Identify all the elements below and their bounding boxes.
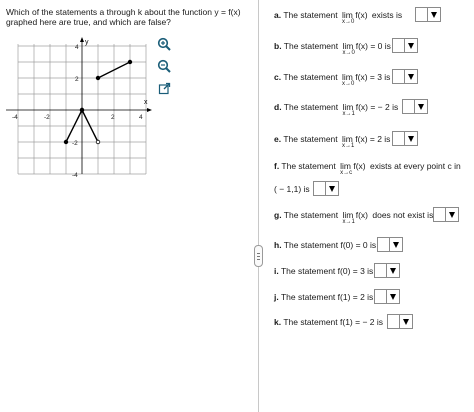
chevron-down-icon	[404, 132, 417, 145]
statement-label: a.	[274, 10, 282, 20]
statement-label: e.	[274, 134, 282, 144]
answer-dropdown-i[interactable]	[374, 263, 400, 278]
chevron-down-icon	[399, 315, 412, 328]
statement-pre: The statement	[283, 10, 338, 20]
answer-dropdown-k[interactable]	[387, 314, 413, 329]
zoom-out-icon[interactable]	[156, 58, 172, 74]
statement-text: The statement f(0) = 0 is	[283, 240, 377, 250]
question-text: Which of the statements a through k abou…	[6, 7, 241, 27]
answer-dropdown-a[interactable]	[415, 7, 441, 22]
answer-dropdown-j[interactable]	[374, 289, 400, 304]
chevron-down-icon	[386, 290, 399, 303]
statement-a: a. The statement lim f(x) x→0 exists is	[274, 10, 403, 25]
graph-point-open	[95, 139, 101, 145]
statement-f: f. The statement lim f(x) x→c exists at e…	[274, 161, 461, 176]
x-axis-label: x	[144, 99, 148, 106]
chevron-down-icon	[325, 182, 338, 195]
answer-dropdown-d[interactable]	[402, 99, 428, 114]
statement-post: exists at every point c in	[370, 161, 461, 171]
limit-subscript: x→1	[342, 111, 355, 117]
statement-h: h. The statement f(0) = 0 is	[274, 240, 376, 250]
statement-label: i.	[274, 266, 279, 276]
chevron-down-icon	[414, 100, 427, 113]
y-tick-neg4: -4	[72, 172, 78, 179]
y-tick-4: 4	[75, 44, 79, 51]
statement-pre: The statement	[283, 102, 339, 112]
chevron-down-icon	[427, 8, 440, 21]
y-axis-label: y	[85, 39, 89, 46]
statement-pre: The statement	[283, 134, 338, 144]
answer-dropdown-b[interactable]	[392, 38, 418, 53]
chevron-down-icon	[445, 208, 458, 221]
limit-subscript: x→0	[342, 81, 355, 87]
graph-point-closed	[95, 75, 101, 81]
x-tick-neg4: -4	[12, 114, 18, 121]
statement-text: The statement f(1) = 2 is	[280, 292, 374, 302]
statement-label: h.	[274, 240, 282, 250]
pane-divider	[258, 0, 259, 412]
statement-e: e. The statement lim f(x) = 2 is x→1	[274, 134, 392, 149]
statement-label: b.	[274, 41, 282, 51]
statement-k: k. The statement f(1) = − 2 is	[274, 317, 383, 327]
answer-dropdown-g[interactable]	[433, 207, 459, 222]
chevron-down-icon	[404, 70, 417, 83]
statement-label: k.	[274, 317, 282, 327]
statement-label: f.	[274, 161, 280, 171]
statement-c: c. The statement lim f(x) = 3 is x→0	[274, 72, 392, 87]
statement-g: g. The statement lim f(x) x→1 does not ex…	[274, 210, 434, 225]
statement-i: i. The statement f(0) = 3 is	[274, 266, 373, 276]
limit-subscript: x→0	[342, 19, 355, 25]
y-axis-arrow	[80, 37, 84, 42]
x-tick-2: 2	[111, 114, 115, 121]
statement-d: d. The statement lim f(x) = − 2 is x→1	[274, 102, 400, 117]
limit-subscript: x→1	[342, 143, 355, 149]
x-tick-4: 4	[139, 114, 143, 121]
statement-pre: The statement	[281, 161, 336, 171]
popout-icon[interactable]	[156, 80, 172, 96]
pane-resize-handle[interactable]	[254, 245, 263, 267]
chevron-down-icon	[389, 238, 402, 251]
zoom-in-icon[interactable]	[156, 36, 172, 52]
graph-point-closed	[79, 107, 85, 113]
statement-label: c.	[274, 72, 282, 82]
statement-f-line2: ( − 1,1) is	[274, 184, 310, 194]
statement-post: exists is	[371, 10, 403, 20]
statement-pre: The statement	[283, 210, 339, 220]
y-tick-neg2: -2	[72, 140, 78, 147]
limit-subscript: x→c	[340, 170, 353, 176]
chevron-down-icon	[386, 264, 399, 277]
statement-pre: The statement	[283, 72, 338, 82]
statement-pre: The statement	[283, 41, 339, 51]
statement-label: d.	[274, 102, 282, 112]
graph-point-closed	[127, 59, 133, 65]
graph-point-closed	[63, 139, 69, 145]
answer-dropdown-c[interactable]	[392, 69, 418, 84]
statement-text: The statement f(1) = − 2 is	[283, 317, 383, 327]
function-graph: x y -4 -2 2 4 4 2 -2 -4	[6, 37, 152, 179]
statement-b: b. The statement lim f(x) = 0 is x→0	[274, 41, 393, 56]
limit-subscript: x→1	[342, 219, 355, 225]
statement-text: The statement f(0) = 3 is	[280, 266, 374, 276]
limit-subscript: x→0	[342, 50, 355, 56]
y-tick-2: 2	[75, 76, 79, 83]
answer-dropdown-e[interactable]	[392, 131, 418, 146]
answer-dropdown-h[interactable]	[377, 237, 403, 252]
answer-dropdown-f[interactable]	[313, 181, 339, 196]
chevron-down-icon	[404, 39, 417, 52]
statement-j: j. The statement f(1) = 2 is	[274, 292, 373, 302]
x-axis-arrow	[147, 108, 152, 112]
statement-label: g.	[274, 210, 282, 220]
statement-post: does not exist is	[372, 210, 434, 220]
statement-label: j.	[274, 292, 279, 302]
x-tick-neg2: -2	[44, 114, 50, 121]
